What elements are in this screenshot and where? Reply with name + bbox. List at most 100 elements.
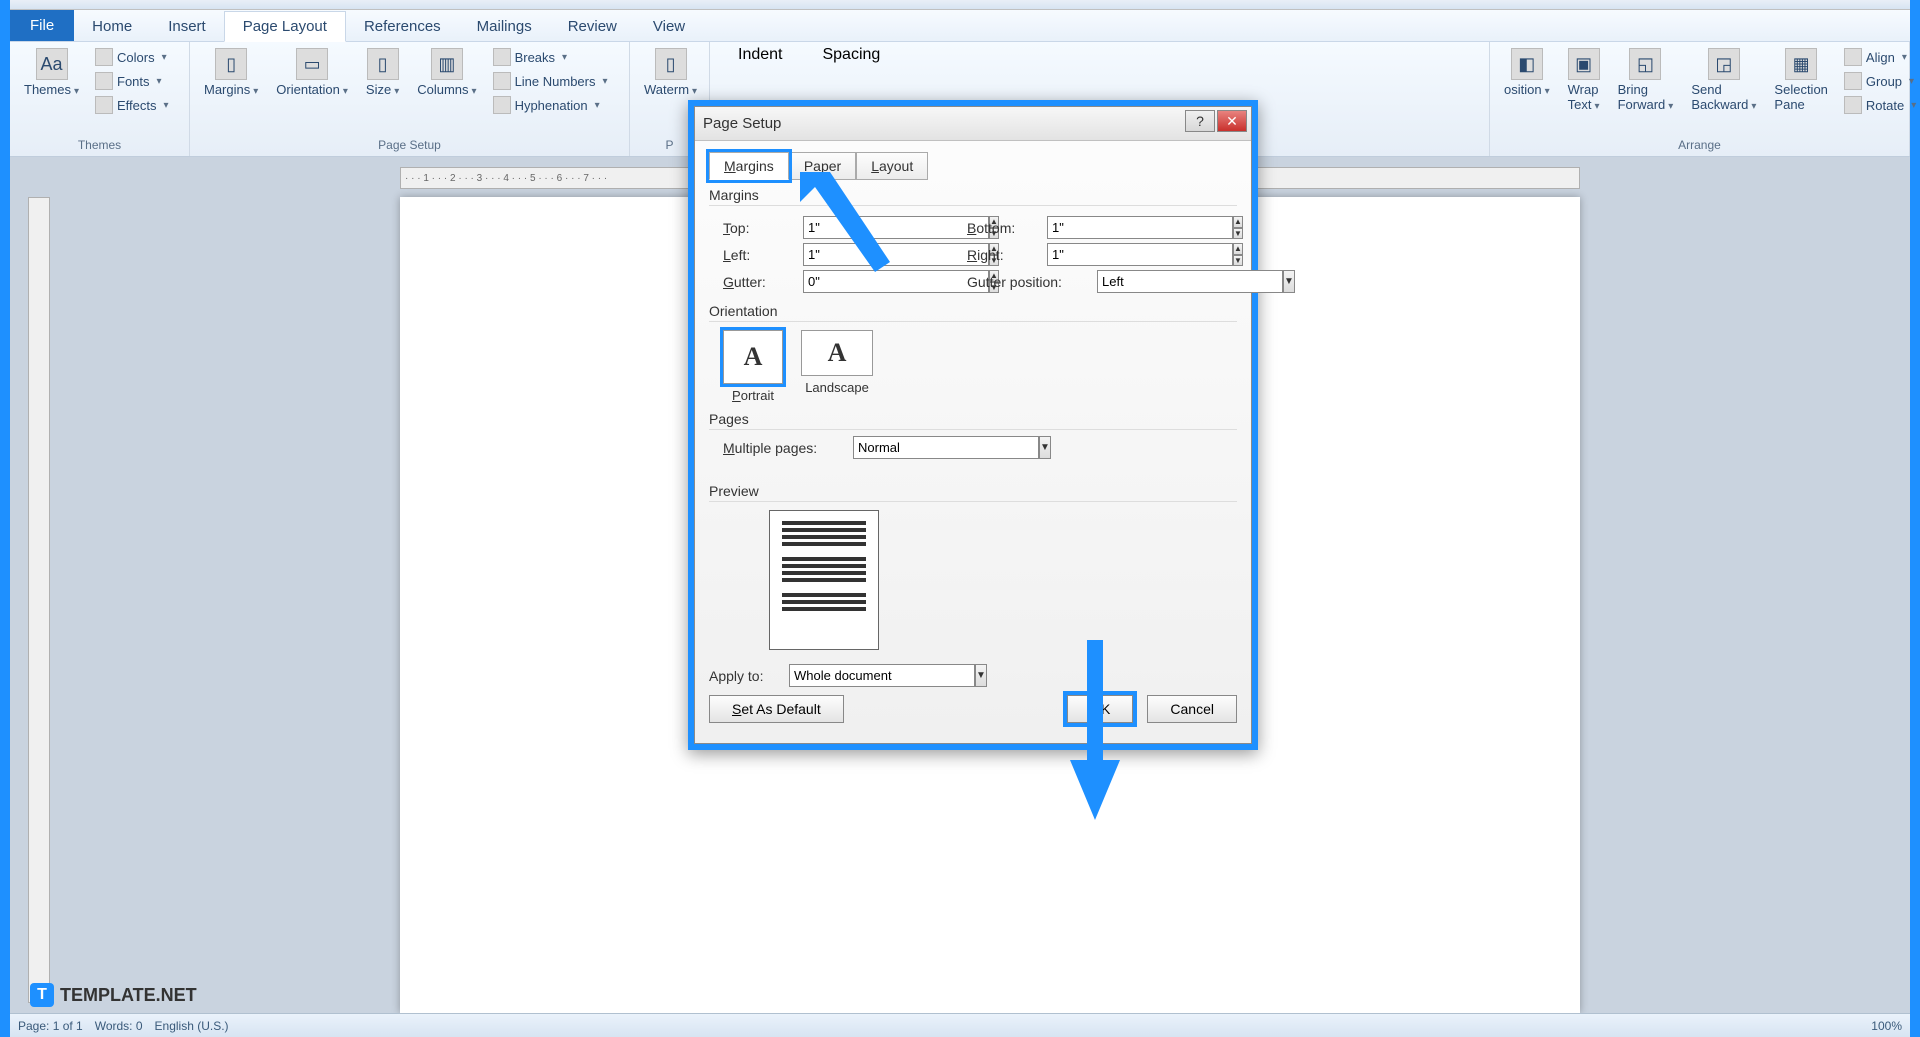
- tab-view[interactable]: View: [635, 12, 703, 41]
- apply-to-input[interactable]: [789, 664, 975, 687]
- fonts-icon: [95, 72, 113, 90]
- rotate-icon: [1844, 96, 1862, 114]
- gutter-pos-combo[interactable]: ▼: [1097, 270, 1217, 293]
- wrap-text-button[interactable]: ▣Wrap Text: [1562, 46, 1606, 114]
- gutter-label: Gutter:: [723, 274, 793, 290]
- position-button[interactable]: ◧osition: [1498, 46, 1556, 99]
- right-spinner[interactable]: ▲▼: [1047, 243, 1167, 266]
- left-label: Left:: [723, 247, 793, 263]
- status-page[interactable]: Page: 1 of 1: [18, 1019, 83, 1033]
- themes-button[interactable]: Aa Themes: [18, 46, 85, 99]
- group-page-setup-label: Page Setup: [198, 136, 621, 154]
- dropdown-icon[interactable]: ▼: [1039, 436, 1051, 459]
- tab-references[interactable]: References: [346, 12, 459, 41]
- top-spinner[interactable]: ▲▼: [803, 216, 923, 239]
- page-setup-dialog: Page Setup ? ✕ Margins Paper Layout Marg…: [694, 106, 1252, 744]
- indent-label: Indent: [738, 46, 782, 64]
- hyphenation-button[interactable]: Hyphenation: [489, 94, 612, 116]
- gutter-spinner[interactable]: ▲▼: [803, 270, 923, 293]
- hyphenation-icon: [493, 96, 511, 114]
- spinner-up-icon[interactable]: ▲: [1233, 216, 1243, 228]
- status-zoom[interactable]: 100%: [1871, 1019, 1902, 1033]
- set-as-default-button[interactable]: Set As Default: [709, 695, 844, 723]
- watermark-button[interactable]: ▯Waterm: [638, 46, 703, 99]
- right-input[interactable]: [1047, 243, 1233, 266]
- multiple-pages-input[interactable]: [853, 436, 1039, 459]
- section-pages-label: Pages: [709, 411, 1237, 430]
- dropdown-icon[interactable]: ▼: [975, 664, 987, 687]
- bottom-label: Bottom:: [967, 220, 1037, 236]
- tab-home[interactable]: Home: [74, 12, 150, 41]
- effects-icon: [95, 96, 113, 114]
- spacing-label: Spacing: [822, 46, 880, 64]
- fonts-button[interactable]: Fonts: [91, 70, 173, 92]
- size-icon: ▯: [367, 48, 399, 80]
- status-words[interactable]: Words: 0: [95, 1019, 143, 1033]
- align-icon: [1844, 48, 1862, 66]
- dialog-close-button[interactable]: ✕: [1217, 110, 1247, 132]
- dialog-title-text: Page Setup: [703, 115, 781, 132]
- section-margins-label: Margins: [709, 187, 1237, 206]
- line-numbers-icon: [493, 72, 511, 90]
- gutter-pos-input[interactable]: [1097, 270, 1283, 293]
- spinner-down-icon[interactable]: ▼: [1233, 228, 1243, 240]
- tab-page-layout[interactable]: Page Layout: [224, 11, 346, 42]
- group-arrange-label: Arrange: [1498, 136, 1901, 154]
- align-button[interactable]: Align: [1840, 46, 1920, 68]
- selection-pane-button[interactable]: ▦Selection Pane: [1768, 46, 1833, 114]
- template-logo-icon: T: [30, 983, 54, 1007]
- bottom-input[interactable]: [1047, 216, 1233, 239]
- tab-insert[interactable]: Insert: [150, 12, 224, 41]
- left-spinner[interactable]: ▲▼: [803, 243, 923, 266]
- group-themes-label: Themes: [18, 136, 181, 154]
- dialog-tab-layout[interactable]: Layout: [856, 152, 928, 180]
- dialog-tab-margins[interactable]: Margins: [709, 152, 789, 180]
- template-net-watermark: T TEMPLATE.NET: [30, 983, 197, 1007]
- forward-icon: ◱: [1629, 48, 1661, 80]
- orientation-icon: ▭: [296, 48, 328, 80]
- dropdown-icon[interactable]: ▼: [1283, 270, 1295, 293]
- spinner-down-icon[interactable]: ▼: [1233, 255, 1243, 267]
- orientation-landscape[interactable]: A Landscape: [801, 330, 873, 403]
- columns-button[interactable]: ▥Columns: [411, 46, 482, 99]
- wrap-icon: ▣: [1568, 48, 1600, 80]
- tab-mailings[interactable]: Mailings: [459, 12, 550, 41]
- vertical-ruler[interactable]: [28, 197, 50, 1003]
- bottom-spinner[interactable]: ▲▼: [1047, 216, 1167, 239]
- preview-thumbnail: [769, 510, 879, 650]
- tab-file[interactable]: File: [10, 10, 74, 41]
- margins-icon: ▯: [215, 48, 247, 80]
- section-orientation-label: Orientation: [709, 303, 1237, 322]
- status-lang[interactable]: English (U.S.): [155, 1019, 229, 1033]
- gutter-pos-label: Gutter position:: [967, 274, 1087, 290]
- ribbon-tabs: File Home Insert Page Layout References …: [10, 10, 1910, 42]
- colors-button[interactable]: Colors: [91, 46, 173, 68]
- portrait-icon: A: [723, 330, 783, 384]
- orientation-button[interactable]: ▭Orientation: [270, 46, 354, 99]
- breaks-button[interactable]: Breaks: [489, 46, 612, 68]
- orientation-portrait[interactable]: A Portrait: [723, 330, 783, 403]
- apply-to-combo[interactable]: ▼: [789, 664, 949, 687]
- dialog-help-button[interactable]: ?: [1185, 110, 1215, 132]
- status-bar: Page: 1 of 1 Words: 0 English (U.S.) 100…: [10, 1013, 1910, 1037]
- size-button[interactable]: ▯Size: [360, 46, 405, 99]
- landscape-icon: A: [801, 330, 873, 376]
- bring-forward-button[interactable]: ◱Bring Forward: [1612, 46, 1680, 114]
- spinner-up-icon[interactable]: ▲: [1233, 243, 1243, 255]
- multiple-pages-combo[interactable]: ▼: [853, 436, 1013, 459]
- dialog-tab-paper[interactable]: Paper: [789, 152, 856, 180]
- tab-review[interactable]: Review: [550, 12, 635, 41]
- dialog-titlebar[interactable]: Page Setup ? ✕: [695, 107, 1251, 141]
- group-button[interactable]: Group: [1840, 70, 1920, 92]
- margins-button[interactable]: ▯Margins: [198, 46, 264, 99]
- line-numbers-button[interactable]: Line Numbers: [489, 70, 612, 92]
- group-icon: [1844, 72, 1862, 90]
- effects-button[interactable]: Effects: [91, 94, 173, 116]
- top-label: Top:: [723, 220, 793, 236]
- cancel-button[interactable]: Cancel: [1147, 695, 1237, 723]
- send-backward-button[interactable]: ◲Send Backward: [1685, 46, 1762, 114]
- apply-to-label: Apply to:: [709, 668, 779, 684]
- ok-button[interactable]: OK: [1067, 695, 1133, 723]
- columns-icon: ▥: [431, 48, 463, 80]
- rotate-button[interactable]: Rotate: [1840, 94, 1920, 116]
